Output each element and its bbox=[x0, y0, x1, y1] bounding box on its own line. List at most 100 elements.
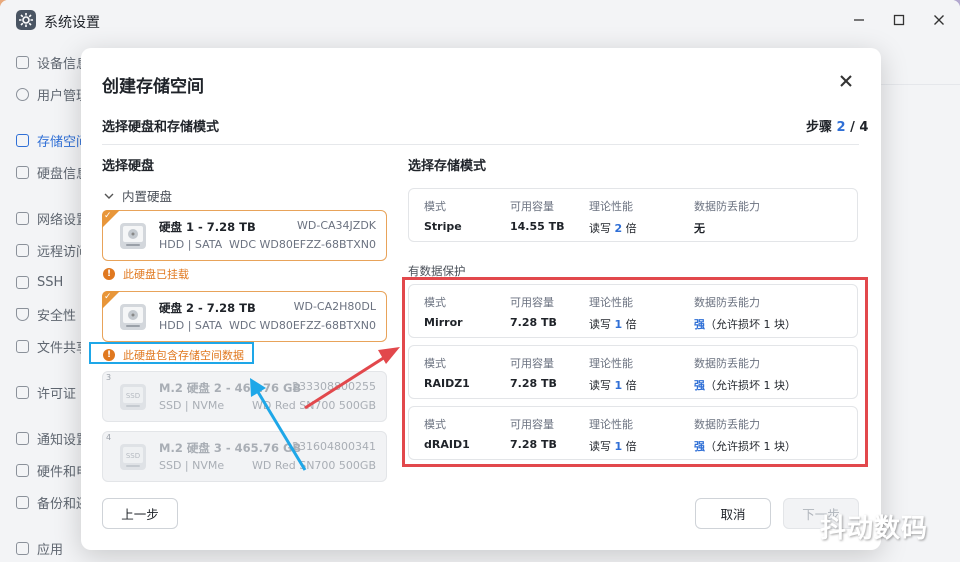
dialog-subtitle: 选择硬盘和存储模式 bbox=[102, 120, 220, 135]
prev-button[interactable]: 上一步 bbox=[102, 498, 178, 529]
check-icon: ✓ bbox=[104, 292, 112, 302]
perf-header: 理论性能 bbox=[589, 200, 633, 213]
warning-icon: ! bbox=[103, 268, 115, 280]
close-icon[interactable] bbox=[838, 73, 854, 89]
disk-serial: 231604800341 bbox=[292, 440, 376, 453]
window-title: 系统设置 bbox=[44, 15, 100, 31]
perf-prefix: 读写 bbox=[589, 222, 615, 235]
watermark: 抖动数码 bbox=[820, 514, 929, 544]
shield-icon bbox=[16, 307, 29, 321]
group-label: 内置硬盘 bbox=[122, 189, 173, 204]
info-icon bbox=[16, 55, 29, 69]
sidebar-item-network[interactable]: 网络设置 bbox=[16, 208, 89, 228]
ssd-icon: SSD bbox=[117, 381, 149, 413]
file-icon bbox=[16, 339, 29, 353]
protect-text: 无 bbox=[694, 222, 705, 235]
sidebar-item-disk-info[interactable]: 硬盘信息 bbox=[16, 162, 89, 182]
sidebar-item-remote[interactable]: 远程访问 bbox=[16, 240, 89, 260]
apps-icon bbox=[16, 541, 29, 555]
sidebar-item-label: SSH bbox=[37, 274, 64, 290]
disk-serial: WD-CA2H80DL bbox=[293, 300, 376, 313]
capacity-value: 14.55 TB bbox=[510, 220, 565, 233]
dialog-title: 创建存储空间 bbox=[102, 77, 204, 97]
step-indicator: 步骤 2 / 4 bbox=[806, 116, 868, 135]
disk-card: 4 SSD M.2 硬盘 3 - 465.76 GB 231604800341 … bbox=[102, 431, 387, 482]
network-icon bbox=[16, 211, 29, 225]
svg-text:SSD: SSD bbox=[126, 452, 140, 460]
hdd-icon bbox=[117, 301, 149, 333]
step-label: 步骤 bbox=[806, 120, 833, 135]
disk-index: 3 bbox=[106, 373, 112, 382]
capacity-header: 可用容量 bbox=[510, 200, 554, 213]
sidebar-item-label: 应用 bbox=[37, 542, 64, 558]
cancel-button[interactable]: 取消 bbox=[695, 498, 771, 529]
terminal-icon bbox=[16, 275, 29, 289]
send-icon bbox=[16, 243, 29, 257]
disk-card[interactable]: ✓ 硬盘 1 - 7.28 TB WD-CA34JZDK HDD | SATA … bbox=[102, 210, 387, 261]
mode-card-stripe[interactable]: 模式 可用容量 理论性能 数据防丢能力 Stripe 14.55 TB 读写 2… bbox=[408, 188, 858, 242]
step-total: / 4 bbox=[850, 120, 869, 135]
protect-header: 数据防丢能力 bbox=[694, 200, 760, 213]
user-icon bbox=[16, 87, 29, 101]
disk-type: SSD | NVMe bbox=[159, 459, 225, 472]
disk-serial: 233308800255 bbox=[292, 380, 376, 393]
step-current: 2 bbox=[836, 120, 846, 135]
maximize-icon[interactable] bbox=[889, 10, 909, 30]
disk-serial: WD-CA34JZDK bbox=[297, 219, 376, 232]
disk-model: WD Red SN700 500GB bbox=[251, 459, 376, 472]
sidebar-item-storage[interactable]: 存储空间 bbox=[16, 130, 89, 150]
sidebar-item-license[interactable]: 许可证 bbox=[16, 382, 76, 402]
annotation-red-box bbox=[402, 277, 868, 467]
group-toggle-internal[interactable]: 内置硬盘 bbox=[104, 186, 172, 205]
disk-type: HDD | SATA bbox=[159, 238, 223, 251]
mail-icon bbox=[16, 431, 29, 445]
sidebar-item-device-info[interactable]: 设备信息 bbox=[16, 52, 89, 72]
disk-name: M.2 硬盘 3 - 465.76 GB bbox=[159, 441, 302, 455]
disk-name: 硬盘 2 - 7.28 TB bbox=[159, 301, 256, 315]
gear-icon bbox=[16, 10, 36, 30]
mode-header: 模式 bbox=[424, 200, 446, 213]
chevron-down-icon bbox=[104, 188, 114, 203]
sidebar-item-ssh[interactable]: SSH bbox=[16, 272, 63, 292]
svg-text:SSD: SSD bbox=[126, 392, 140, 400]
perf-value: 读写 2 倍 bbox=[589, 220, 637, 236]
disk-warning: ! 此硬盘已挂载 bbox=[103, 266, 189, 282]
select-disk-title: 选择硬盘 bbox=[102, 159, 155, 174]
title-bar: 系统设置 bbox=[0, 0, 960, 40]
disk-model: WD Red SN700 500GB bbox=[251, 399, 376, 412]
mode-value: Stripe bbox=[424, 220, 462, 233]
disk-type: SSD | NVMe bbox=[159, 399, 225, 412]
backup-icon bbox=[16, 495, 29, 509]
select-mode-title: 选择存储模式 bbox=[408, 159, 487, 174]
perf-num: 2 bbox=[614, 222, 623, 235]
ssd-icon: SSD bbox=[117, 441, 149, 473]
sidebar-item-notify[interactable]: 通知设置 bbox=[16, 428, 89, 448]
sidebar-item-apps[interactable]: 应用 bbox=[16, 538, 63, 558]
disk-name: M.2 硬盘 2 - 465.76 GB bbox=[159, 381, 302, 395]
disk-index: 4 bbox=[106, 433, 112, 442]
sidebar-item-label: 许可证 bbox=[37, 386, 77, 402]
warning-text: 此硬盘已挂载 bbox=[123, 268, 189, 281]
annotation-blue-box bbox=[89, 342, 254, 364]
minimize-icon[interactable] bbox=[849, 10, 869, 30]
disk-type: HDD | SATA bbox=[159, 319, 223, 332]
check-icon: ✓ bbox=[104, 211, 112, 221]
window-close-icon[interactable] bbox=[929, 10, 949, 30]
divider bbox=[102, 144, 859, 145]
protect-value: 无 bbox=[694, 220, 705, 236]
sidebar-item-security[interactable]: 安全性 bbox=[16, 304, 76, 324]
license-icon bbox=[16, 385, 29, 399]
disk-model: WDC WD80EFZZ-68BTXN0 bbox=[228, 238, 376, 251]
sidebar-item-users[interactable]: 用户管理 bbox=[16, 84, 89, 104]
sidebar-item-label: 安全性 bbox=[37, 308, 77, 324]
power-icon bbox=[16, 463, 29, 477]
hdd-icon bbox=[117, 220, 149, 252]
perf-suffix: 倍 bbox=[622, 222, 637, 235]
disk-name: 硬盘 1 - 7.28 TB bbox=[159, 220, 256, 234]
sidebar-item-file-share[interactable]: 文件共享 bbox=[16, 336, 89, 356]
disk-card[interactable]: ✓ 硬盘 2 - 7.28 TB WD-CA2H80DL HDD | SATA … bbox=[102, 291, 387, 342]
disk-icon bbox=[16, 165, 29, 179]
storage-icon bbox=[16, 133, 29, 147]
disk-card: 3 SSD M.2 硬盘 2 - 465.76 GB 233308800255 … bbox=[102, 371, 387, 422]
disk-model: WDC WD80EFZZ-68BTXN0 bbox=[228, 319, 376, 332]
